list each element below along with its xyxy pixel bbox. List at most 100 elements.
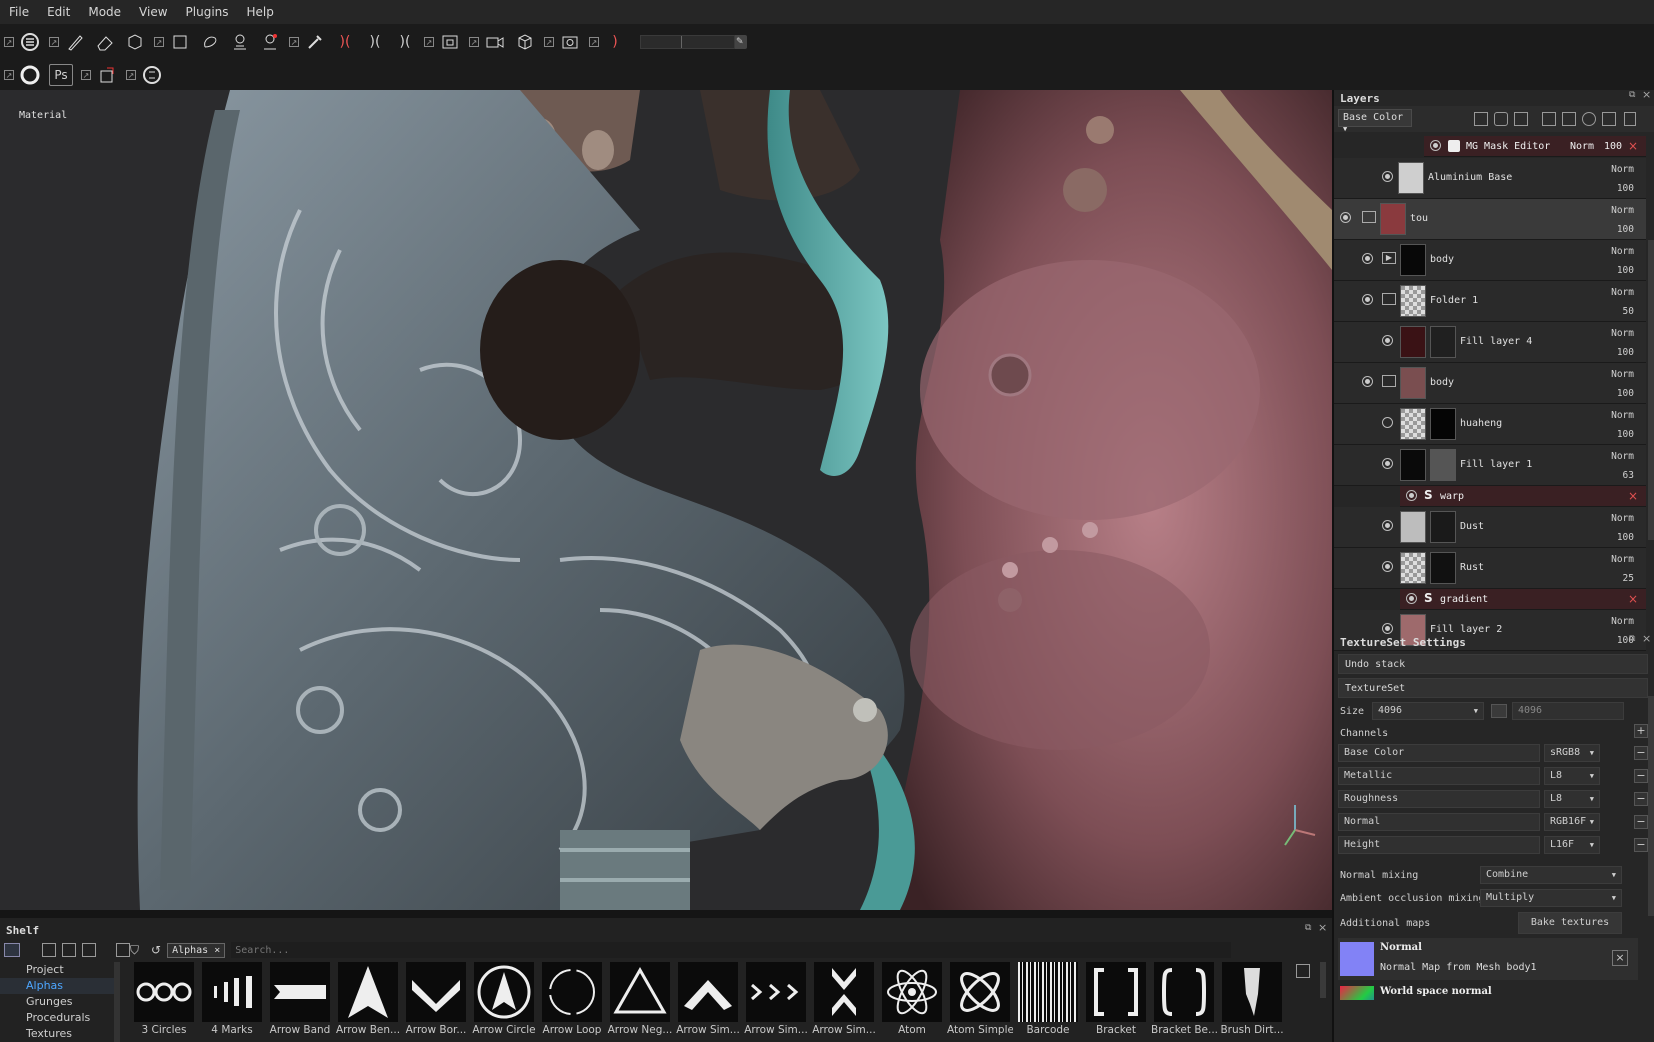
remove-effect-icon[interactable]: ×	[1628, 592, 1638, 606]
channel-format[interactable]: L8 ▼	[1544, 767, 1600, 785]
layer-blend[interactable]: Norm	[1611, 410, 1634, 421]
channel-name[interactable]: Roughness	[1338, 790, 1540, 808]
popout-icon[interactable]: ↗	[126, 70, 136, 80]
panel-popout-icon[interactable]: ⧉	[1629, 90, 1635, 100]
popout-icon[interactable]: ↗	[49, 37, 59, 47]
alpha-item[interactable]: Brush Dirt...	[1218, 962, 1286, 1036]
size-field-2[interactable]: 4096	[1512, 702, 1624, 720]
polygon-fill-icon[interactable]	[199, 31, 221, 53]
alpha-item[interactable]: Arrow Ben...	[334, 962, 402, 1036]
panel-popout-icon[interactable]: ⧉	[1305, 923, 1311, 933]
visibility-eye-off-icon[interactable]	[1382, 417, 1393, 428]
panel-close-icon[interactable]: ×	[1642, 632, 1651, 645]
remove-effect-icon[interactable]: ×	[1628, 139, 1638, 153]
import-icon[interactable]	[62, 943, 76, 957]
popout-icon[interactable]: ↗	[81, 70, 91, 80]
folder-open-icon[interactable]	[1382, 293, 1396, 305]
splitter[interactable]	[0, 910, 1332, 918]
mask-editor-row[interactable]: MG Mask Editor Norm 100 ×	[1424, 136, 1646, 157]
visibility-eye-icon[interactable]	[1382, 335, 1393, 346]
layers-scrollbar[interactable]	[1648, 240, 1654, 540]
cube-icon[interactable]	[514, 31, 536, 53]
add-smart-icon[interactable]	[1582, 112, 1596, 126]
layer-blend[interactable]: Norm	[1611, 246, 1634, 257]
layer-opacity[interactable]: 100	[1617, 183, 1634, 194]
add-layer-icon[interactable]	[1562, 112, 1576, 126]
effect-row[interactable]: S warp ×	[1400, 486, 1646, 507]
channel-select[interactable]: Base Color ▼	[1338, 109, 1412, 133]
shelf-search-input[interactable]	[231, 942, 1232, 958]
layer-row[interactable]: Dust Norm 100	[1334, 507, 1646, 548]
layer-blend[interactable]: Norm	[1611, 328, 1634, 339]
popout-icon[interactable]: ↗	[544, 37, 554, 47]
visibility-eye-icon[interactable]	[1406, 490, 1417, 501]
layer-blend[interactable]: Norm	[1611, 451, 1634, 462]
layer-blend[interactable]: Norm	[1611, 164, 1634, 175]
clone-icon[interactable]	[229, 31, 251, 53]
menu-file[interactable]: File	[0, 0, 38, 24]
folder-icon[interactable]	[4, 943, 20, 957]
alpha-item[interactable]: Arrow Band	[266, 962, 334, 1036]
shelf-category-project[interactable]: Project	[0, 962, 120, 978]
remove-channel-icon[interactable]: −	[1634, 815, 1648, 829]
shelf-category-alphas[interactable]: Alphas	[0, 978, 120, 994]
menu-help[interactable]: Help	[238, 0, 283, 24]
popout-icon[interactable]: ↗	[4, 70, 14, 80]
alpha-item[interactable]: Arrow Bor...	[402, 962, 470, 1036]
visibility-eye-icon[interactable]	[1382, 458, 1393, 469]
brush-size-slider[interactable]	[640, 35, 735, 49]
panel-close-icon[interactable]: ×	[1318, 921, 1327, 934]
layer-row[interactable]: Folder 1 Norm 50	[1334, 281, 1646, 322]
layer-row[interactable]: body Norm 100	[1334, 363, 1646, 404]
export-icon[interactable]	[96, 64, 118, 86]
picker-icon[interactable]	[304, 31, 326, 53]
layer-opacity[interactable]: 50	[1623, 306, 1634, 317]
visibility-eye-icon[interactable]	[1362, 294, 1373, 305]
undo-stack-section[interactable]: Undo stack	[1338, 654, 1648, 674]
alpha-item[interactable]: Atom	[878, 962, 946, 1036]
alpha-item[interactable]: 4 Marks	[198, 962, 266, 1036]
symmetry-y-icon[interactable]: )(	[394, 31, 416, 53]
smudge-icon[interactable]	[259, 31, 281, 53]
alpha-item[interactable]: Arrow Sim...	[810, 962, 878, 1036]
save-icon[interactable]	[82, 943, 96, 957]
symmetry-icon[interactable]: )(	[334, 31, 356, 53]
substance-icon[interactable]	[141, 64, 163, 86]
visibility-eye-icon[interactable]	[1382, 623, 1393, 634]
reset-icon[interactable]: ↺	[151, 943, 161, 957]
brush-icon[interactable]	[64, 31, 86, 53]
categories-scrollbar[interactable]	[114, 962, 120, 1042]
visibility-eye-icon[interactable]	[1430, 140, 1441, 151]
remove-channel-icon[interactable]: −	[1634, 792, 1648, 806]
alpha-item[interactable]: Arrow Sim...	[742, 962, 810, 1036]
remove-effect-icon[interactable]: ×	[1628, 489, 1638, 503]
3d-viewport[interactable]: Material	[0, 90, 1332, 910]
visibility-eye-icon[interactable]	[1340, 212, 1351, 223]
visibility-eye-icon[interactable]	[1362, 253, 1373, 264]
layer-blend[interactable]: Norm	[1611, 205, 1634, 216]
channel-format[interactable]: L16F ▼	[1544, 836, 1600, 854]
camera-icon[interactable]	[484, 31, 506, 53]
add-mask-icon[interactable]	[1494, 112, 1508, 126]
normal-map-slot[interactable]: Normal Normal Map from Mesh body1 ×	[1338, 938, 1638, 980]
arc-icon[interactable]: )	[604, 31, 626, 53]
shelf-scrollbar[interactable]	[1320, 962, 1326, 998]
geometry-mask-icon[interactable]	[169, 31, 191, 53]
layer-blend[interactable]: Norm	[1611, 616, 1634, 627]
alpha-item[interactable]: Arrow Loop	[538, 962, 606, 1036]
shelf-category-procedurals[interactable]: Procedurals	[0, 1010, 120, 1026]
popout-icon[interactable]: ↗	[289, 37, 299, 47]
layer-row[interactable]: Fill layer 4 Norm 100	[1334, 322, 1646, 363]
visibility-eye-icon[interactable]	[1382, 171, 1393, 182]
layer-opacity[interactable]: 63	[1623, 470, 1634, 481]
alpha-item[interactable]: Arrow Neg...	[606, 962, 674, 1036]
layer-row[interactable]: Fill layer 1 Norm 63	[1334, 445, 1646, 486]
grid-view-icon[interactable]	[1296, 964, 1310, 978]
channel-format[interactable]: L8 ▼	[1544, 790, 1600, 808]
eraser-icon[interactable]	[94, 31, 116, 53]
layer-row[interactable]: Rust Norm 25	[1334, 548, 1646, 589]
popout-icon[interactable]: ↗	[4, 37, 14, 47]
size-select[interactable]: 4096 ▼	[1372, 702, 1484, 720]
popout-icon[interactable]: ↗	[589, 37, 599, 47]
filter-icon[interactable]: ⛉	[130, 943, 139, 958]
